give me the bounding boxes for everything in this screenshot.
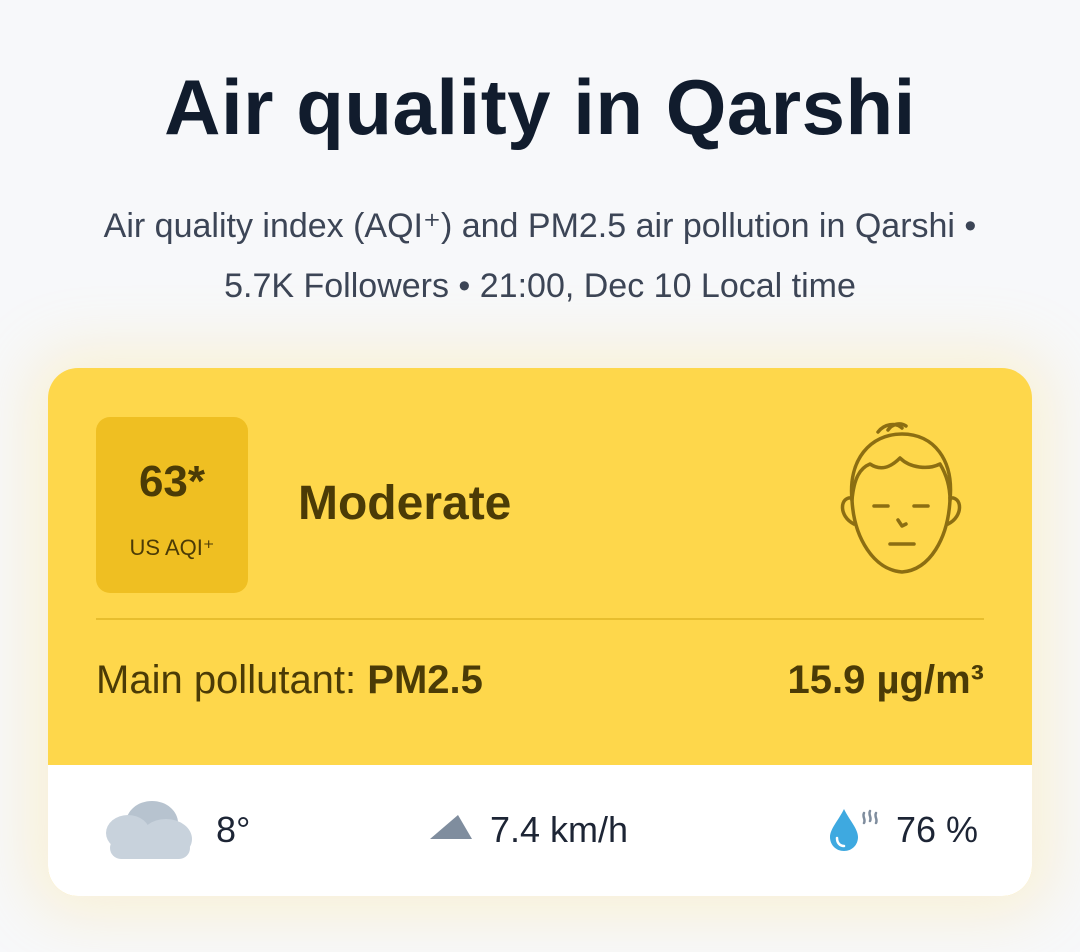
- humidity-value: 76 %: [896, 809, 979, 850]
- page-subtitle: Air quality index (AQI⁺) and PM2.5 air p…: [30, 196, 1050, 316]
- card-divider: [96, 618, 984, 620]
- aqi-unit: US AQI⁺: [129, 535, 215, 560]
- pollutant-concentration: 15.9 µg/m³: [787, 658, 984, 702]
- main-pollutant-label: Main pollutant:: [96, 658, 368, 702]
- weather-bar: 8° 7.4 km/h 76 %: [48, 765, 1032, 896]
- weather-humidity: 76 %: [828, 765, 1008, 896]
- temperature-value: 8°: [216, 809, 251, 850]
- subtitle-line-2: 5.7K Followers • 21:00, Dec 10 Local tim…: [224, 267, 856, 305]
- wind-direction-icon: [430, 815, 472, 839]
- main-pollutant-text: Main pollutant: PM2.5: [96, 658, 483, 703]
- humidity-drop-icon: [830, 809, 878, 851]
- wind-value: 7.4 km/h: [490, 809, 629, 850]
- aqi-badge: 63* US AQI⁺: [96, 417, 248, 593]
- weather-wind: 7.4 km/h: [428, 765, 708, 896]
- aqi-card: 63* US AQI⁺ Moderate Main pollutant: PM2…: [48, 368, 1032, 896]
- main-pollutant-row: Main pollutant: PM2.5 15.9 µg/m³: [96, 658, 984, 708]
- weather-temperature: 8°: [102, 765, 342, 896]
- main-pollutant-name: PM2.5: [367, 658, 483, 702]
- page-title: Air quality in Qarshi: [164, 63, 916, 151]
- cloud-icon: [106, 801, 192, 859]
- aqi-value: 63*: [138, 457, 206, 506]
- aqi-status: Moderate: [298, 477, 512, 530]
- subtitle-line-1: Air quality index (AQI⁺) and PM2.5 air p…: [103, 207, 977, 245]
- neutral-face-icon: [840, 422, 962, 574]
